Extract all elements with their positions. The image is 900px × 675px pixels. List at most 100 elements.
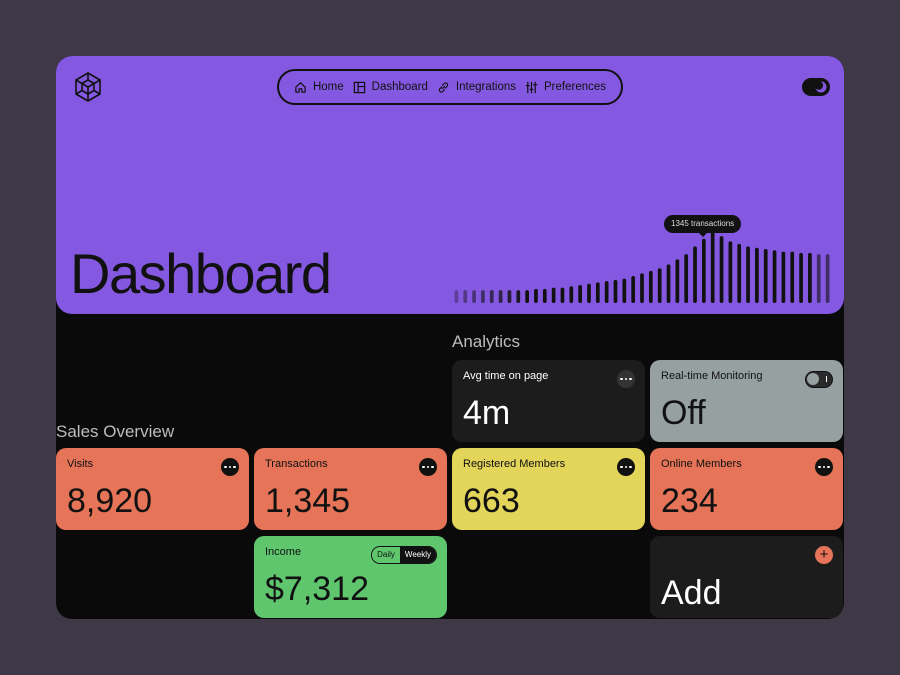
card-value: $7,312 (265, 570, 369, 608)
more-options-button[interactable] (617, 370, 635, 388)
dashboard-app: Home Dashboard Integrations Preferences … (56, 56, 844, 619)
more-options-button[interactable] (221, 458, 239, 476)
dot-icon (624, 465, 628, 469)
nav-item-integrations[interactable]: Integrations (437, 81, 516, 94)
chart-bar (622, 278, 627, 303)
logo-icon[interactable] (70, 70, 106, 106)
chart-bar (816, 254, 821, 303)
chart-bar (772, 250, 777, 303)
dot-icon (620, 377, 623, 381)
chart-bar (728, 241, 733, 303)
card-title: Visits (67, 458, 94, 470)
dot-icon (431, 465, 434, 469)
dot-icon (629, 465, 632, 469)
chart-tooltip: 1345 transactions (664, 215, 742, 237)
visits-card[interactable]: Visits 8,920 (56, 448, 249, 530)
chart-bar (534, 288, 538, 303)
dashboard-icon (353, 81, 365, 93)
chart-bar (587, 283, 591, 303)
registered-members-card[interactable]: Registered Members 663 (452, 448, 645, 530)
transactions-bar-chart (454, 231, 830, 303)
nav-item-label: Dashboard (371, 81, 428, 93)
chart-bar (675, 259, 680, 303)
nav-item-label: Home (312, 81, 344, 93)
chart-bar (472, 290, 476, 303)
chart-bar (640, 273, 644, 303)
chart-bar (684, 254, 689, 303)
chart-bar (498, 290, 503, 303)
dot-icon (629, 377, 632, 381)
chart-bar-highlight (710, 231, 715, 303)
chart-bar (666, 264, 671, 303)
dot-icon (818, 465, 821, 469)
analytics-label: Analytics (452, 332, 521, 351)
chart-bar (648, 270, 653, 303)
nav-item-dashboard[interactable]: Dashboard (353, 81, 428, 94)
page-title: Dashboard (70, 242, 332, 305)
card-value: 4m (463, 394, 511, 432)
dot-icon (422, 465, 425, 469)
chart-bar (799, 252, 803, 303)
dot-icon (224, 465, 227, 469)
chart-bar (578, 285, 582, 303)
period-daily-option[interactable]: Daily (372, 547, 400, 563)
chart-bar (481, 290, 485, 303)
chart-bar (525, 290, 529, 303)
more-options-button[interactable] (815, 458, 833, 476)
dot-icon (620, 465, 623, 469)
chart-bar (631, 276, 636, 303)
income-card[interactable]: Income Daily Weekly $7,312 (254, 536, 447, 618)
chart-bar (737, 243, 742, 303)
dot-icon (827, 465, 830, 469)
chart-bar (825, 254, 830, 303)
realtime-toggle[interactable] (805, 371, 833, 388)
sales-overview-label: Sales Overview (56, 422, 175, 441)
more-options-button[interactable] (617, 458, 635, 476)
plus-icon[interactable]: + (815, 546, 833, 564)
online-members-card[interactable]: Online Members 234 (650, 448, 843, 530)
add-card[interactable]: + Add (650, 536, 843, 618)
chart-bar (781, 251, 786, 303)
chart-bar (569, 286, 574, 303)
chart-bar (657, 268, 662, 303)
hero-panel: Home Dashboard Integrations Preferences … (56, 56, 844, 314)
card-value: Off (661, 394, 706, 432)
chart-bar (489, 290, 494, 303)
card-title: Online Members (661, 458, 742, 470)
dot-icon (822, 465, 826, 469)
card-title: Registered Members (463, 458, 566, 470)
nav-item-home[interactable]: Home (294, 81, 344, 94)
nav-item-label: Preferences (544, 81, 607, 93)
chart-bar (507, 290, 512, 303)
card-value: 1,345 (265, 482, 351, 520)
chart-bar (516, 290, 521, 303)
theme-toggle[interactable] (802, 78, 830, 96)
chart-bar (702, 238, 706, 303)
period-toggle: Daily Weekly (371, 546, 437, 564)
dot-icon (624, 377, 628, 381)
realtime-monitoring-card[interactable]: Real-time Monitoring Off (650, 360, 843, 442)
more-options-button[interactable] (419, 458, 437, 476)
period-weekly-option[interactable]: Weekly (399, 547, 436, 563)
chart-bar (790, 251, 795, 303)
avg-time-card[interactable]: Avg time on page 4m (452, 360, 645, 442)
top-nav: Home Dashboard Integrations Preferences (277, 69, 623, 105)
transactions-card[interactable]: Transactions 1,345 (254, 448, 447, 530)
chart-bar (763, 249, 768, 303)
link-icon (438, 81, 449, 93)
nav-item-preferences[interactable]: Preferences (525, 81, 606, 94)
chart-bar (693, 246, 697, 303)
toggle-knob (807, 373, 819, 385)
card-title: Transactions (265, 458, 328, 470)
moon-icon (815, 81, 827, 93)
card-value: 663 (463, 482, 520, 520)
dot-icon (228, 465, 232, 469)
chart-bar (604, 281, 609, 303)
card-title: Avg time on page (463, 370, 549, 382)
chart-bar (755, 247, 759, 303)
add-card-label: Add (661, 574, 722, 612)
dot-icon (233, 465, 236, 469)
chart-bar (808, 252, 812, 303)
chart-bar (719, 236, 724, 303)
card-value: 234 (661, 482, 718, 520)
